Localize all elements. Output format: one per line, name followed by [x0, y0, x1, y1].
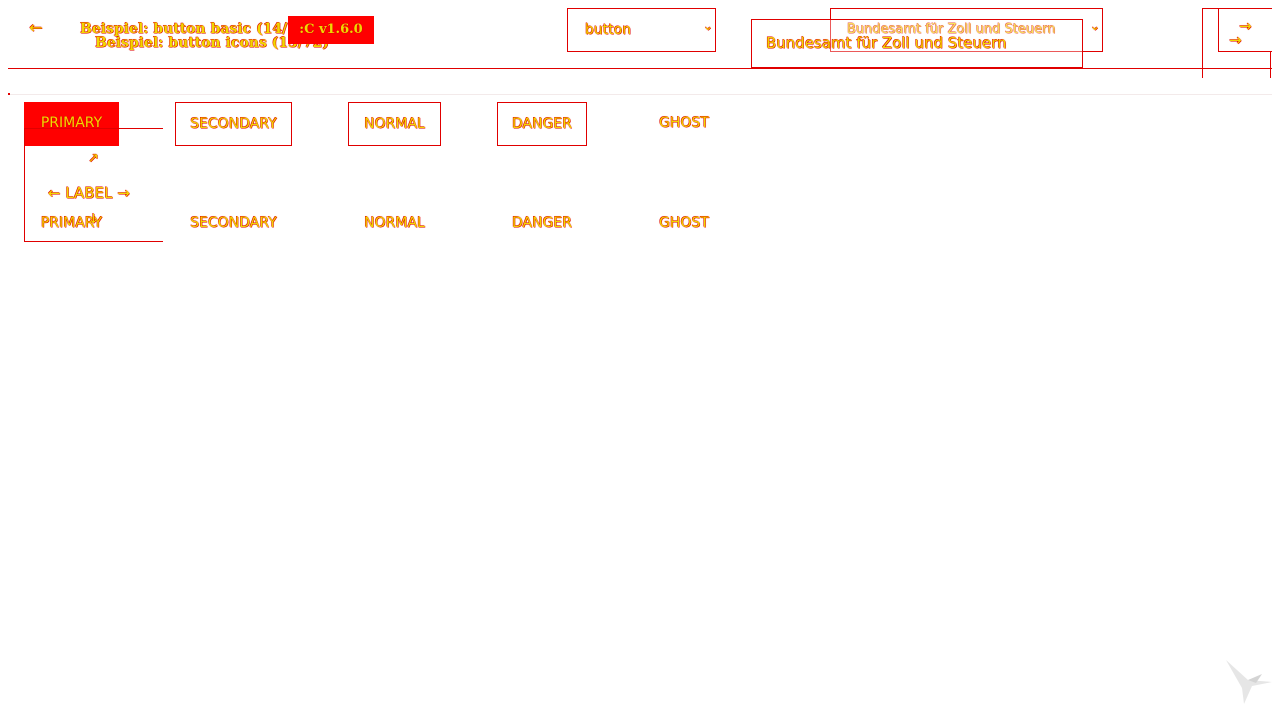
version-badge: :C v1.6.0	[288, 16, 374, 44]
bird-logo-icon	[1226, 660, 1272, 704]
danger-button-secondary-row[interactable]: DANGER	[497, 202, 587, 246]
normal-button-secondary-row[interactable]: NORMAL	[348, 202, 441, 246]
normal-button[interactable]: NORMAL	[348, 102, 441, 146]
divider-marker	[8, 93, 10, 95]
secondary-button[interactable]: SECONDARY	[175, 102, 292, 146]
arrow-down-icon: ↓	[88, 212, 99, 227]
header-divider-end	[1270, 52, 1271, 78]
ghost-button[interactable]: GHOST	[643, 102, 725, 146]
previous-example-button[interactable]: ←	[26, 18, 46, 38]
next-example-button[interactable]: → →	[1218, 8, 1272, 52]
arrow-left-icon: ←	[29, 18, 43, 37]
chevron-down-icon: ⌄	[1090, 19, 1101, 33]
danger-button[interactable]: DANGER	[497, 102, 587, 146]
secondary-button-secondary-row[interactable]: SECONDARY	[175, 202, 292, 246]
arrow-right-icon: →	[117, 184, 130, 202]
component-select[interactable]: button ⌄	[567, 8, 716, 52]
theme-popup-value: Bundesamt für Zoll und Steuern	[766, 34, 1007, 52]
content-divider	[8, 94, 1272, 95]
chevron-down-icon: ⌄	[703, 19, 714, 33]
ghost-button-secondary-row[interactable]: GHOST	[643, 202, 725, 246]
arrow-left-icon: ←	[48, 184, 61, 202]
arrow-up-right-icon: ↗	[88, 151, 99, 166]
icon-label-button[interactable]: ← LABEL →	[48, 184, 130, 202]
arrow-right-icon: →	[1229, 31, 1242, 49]
theme-select-popup[interactable]: Bundesamt für Zoll und Steuern	[751, 19, 1083, 68]
header-divider	[8, 68, 1272, 69]
icon-button-label: LABEL	[65, 184, 113, 202]
primary-button-secondary-row[interactable]: PRIMARY	[24, 202, 119, 246]
component-select-value: button	[585, 22, 632, 38]
